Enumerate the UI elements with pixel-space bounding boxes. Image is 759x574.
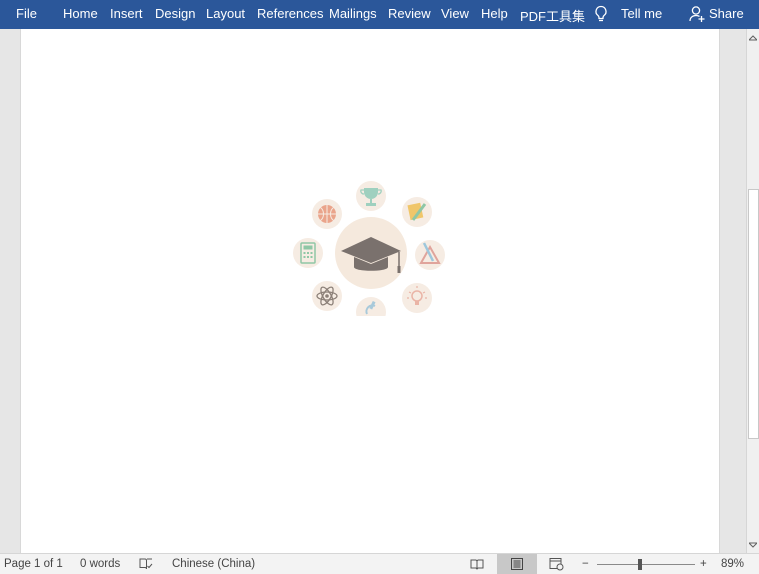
notebook-pencil-icon bbox=[402, 197, 432, 227]
proofing-book-icon[interactable] bbox=[139, 557, 153, 571]
chevron-up-icon bbox=[749, 35, 757, 41]
zoom-out-button[interactable]: − bbox=[582, 558, 589, 570]
status-bar: Page 1 of 1 0 words Chinese (China) − + … bbox=[0, 553, 759, 574]
calculator-icon bbox=[293, 238, 323, 268]
ribbon-menu-bar: File Home Insert Design Layout Reference… bbox=[0, 0, 759, 29]
tab-insert[interactable]: Insert bbox=[110, 6, 143, 21]
person-share-icon[interactable] bbox=[689, 5, 705, 23]
microscope-icon bbox=[356, 297, 386, 316]
graduation-cap-icon bbox=[335, 217, 407, 289]
trophy-icon bbox=[356, 181, 386, 211]
scroll-down-arrow[interactable] bbox=[747, 538, 759, 552]
tell-me-search[interactable]: Tell me bbox=[621, 6, 662, 21]
document-page[interactable] bbox=[20, 29, 720, 553]
tab-design[interactable]: Design bbox=[155, 6, 195, 21]
education-icons-image[interactable] bbox=[21, 29, 721, 553]
language-indicator[interactable]: Chinese (China) bbox=[172, 558, 255, 570]
tab-file[interactable]: File bbox=[16, 6, 37, 21]
tab-help[interactable]: Help bbox=[481, 6, 508, 21]
scroll-up-arrow[interactable] bbox=[747, 31, 759, 45]
read-mode-icon[interactable] bbox=[470, 557, 484, 571]
zoom-in-button[interactable]: + bbox=[700, 558, 707, 570]
scroll-thumb[interactable] bbox=[748, 189, 759, 439]
ruler-triangle-icon bbox=[415, 240, 445, 270]
share-button[interactable]: Share bbox=[709, 6, 744, 21]
tab-references[interactable]: References bbox=[257, 6, 323, 21]
tab-view[interactable]: View bbox=[441, 6, 469, 21]
tab-home[interactable]: Home bbox=[63, 6, 98, 21]
word-count[interactable]: 0 words bbox=[80, 558, 120, 570]
zoom-slider-thumb[interactable] bbox=[638, 559, 642, 570]
atom-icon bbox=[312, 281, 342, 311]
lightbulb-icon[interactable] bbox=[594, 5, 608, 23]
vertical-scrollbar[interactable] bbox=[746, 29, 759, 553]
basketball-icon bbox=[312, 199, 342, 229]
page-count[interactable]: Page 1 of 1 bbox=[4, 558, 63, 570]
zoom-slider-track[interactable] bbox=[597, 564, 695, 565]
tab-review[interactable]: Review bbox=[388, 6, 431, 21]
web-layout-icon[interactable] bbox=[549, 557, 564, 571]
lightbulb-icon bbox=[402, 283, 432, 313]
tab-pdf-tools[interactable]: PDF工具集 bbox=[520, 6, 585, 25]
tab-mailings[interactable]: Mailings bbox=[329, 6, 377, 21]
zoom-level[interactable]: 89% bbox=[721, 558, 744, 570]
tab-layout[interactable]: Layout bbox=[206, 6, 245, 21]
chevron-down-icon bbox=[749, 542, 757, 548]
print-layout-icon[interactable] bbox=[510, 557, 524, 571]
